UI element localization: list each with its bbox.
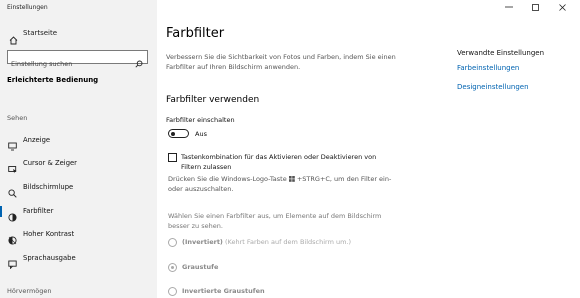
maximize-button[interactable] [523,0,549,14]
sidebar-item-label: Bildschirmlupe [23,183,74,191]
search-icon[interactable] [135,53,143,72]
sidebar-item-label: Anzeige [23,136,51,144]
shortcut-checkbox-label[interactable]: Tastenkombination für das Aktivieren ode… [181,152,391,172]
page-description: Verbessern Sie die Sichtbarkeit von Foto… [166,53,396,71]
choose-filter-text: Wählen Sie einen Farbfilter aus, um Elem… [168,212,382,230]
close-button[interactable] [550,0,576,14]
sidebar-item-hoher-kontrast[interactable]: Hoher Kontrast [0,227,157,245]
radio-invertierte-graustufen[interactable]: Invertierte Graustufen [168,286,368,298]
sidebar-item-label: Sprachausgabe [23,254,76,262]
home-icon [9,30,18,49]
color-filter-icon [8,207,17,226]
sidebar-item-label: Cursor & Zeiger [23,159,77,167]
shortcut-help-before: Drücken Sie die Windows-Logo-Taste [168,175,289,183]
radio-selected-dot [171,266,174,269]
main-content: Farbfilter Verbessern Sie die Sichtbarke… [157,0,580,298]
sidebar-item-bildschirmlupe[interactable]: Bildschirmlupe [0,180,157,198]
maximize-icon [532,4,539,11]
radio-circle [168,238,177,247]
minimize-button[interactable] [496,0,522,14]
magnifier-icon [8,183,17,202]
radio-label-main: (Invertiert) [182,238,223,246]
sidebar-item-cursor[interactable]: Cursor & Zeiger [0,156,157,174]
display-icon [8,136,17,155]
radio-label: (Invertiert) (Kehrt Farben auf dem Bilds… [182,238,351,246]
toggle-state: Aus [195,130,207,138]
toggle-knob [171,131,175,136]
section-title: Farbfilter verwenden [166,95,260,105]
radio-label: Graustufe [182,263,218,271]
search-box[interactable] [7,50,148,70]
radio-label: Invertierte Graustufen [182,287,265,295]
radio-circle [168,263,177,272]
toggle-label: Farbfilter einschalten [166,116,235,124]
sidebar-item-sprachausgabe[interactable]: Sprachausgabe [0,251,157,270]
radio-graustufe[interactable]: Graustufe [168,262,368,274]
active-indicator [0,206,2,217]
shortcut-checkbox[interactable] [168,153,177,162]
link-farbeinstellungen[interactable]: Farbeinstellungen [457,64,519,72]
search-input[interactable] [8,58,129,70]
app-title: Einstellungen [7,4,48,11]
sidebar: Einstellungen Startseite Erleichterte Be… [0,0,157,298]
color-filter-toggle[interactable] [168,129,189,138]
sidebar-item-anzeige[interactable]: Anzeige [0,133,157,151]
high-contrast-icon [8,230,17,249]
close-icon [559,4,566,11]
radio-invertiert[interactable]: (Invertiert) (Kehrt Farben auf dem Bilds… [168,237,368,249]
radio-circle [168,287,177,296]
page-title: Farbfilter [166,26,225,41]
radio-label-main: Invertierte Graustufen [182,287,265,295]
sidebar-item-farbfilter[interactable]: Farbfilter [0,204,157,222]
home-label: Startseite [23,29,58,37]
cursor-icon [8,159,17,178]
related-settings-title: Verwandte Einstellungen [457,49,545,57]
category-title: Erleichterte Bedienung [7,76,99,84]
radio-label-main: Graustufe [182,263,219,271]
home-nav-item[interactable]: Startseite [0,26,157,45]
minimize-icon [505,6,513,8]
group-label-hoeren: Hörvermögen [7,287,52,295]
shortcut-help-text: Drücken Sie die Windows-Logo-Taste +STRG… [168,174,398,194]
narrator-icon [8,254,17,273]
radio-label-sub: (Kehrt Farben auf dem Bildschirm um.) [224,238,352,246]
link-designeinstellungen[interactable]: Designeinstellungen [457,83,529,91]
sidebar-item-label: Hoher Kontrast [23,230,75,238]
sidebar-item-label: Farbfilter [23,207,54,215]
group-label-sehen: Sehen [7,114,28,122]
